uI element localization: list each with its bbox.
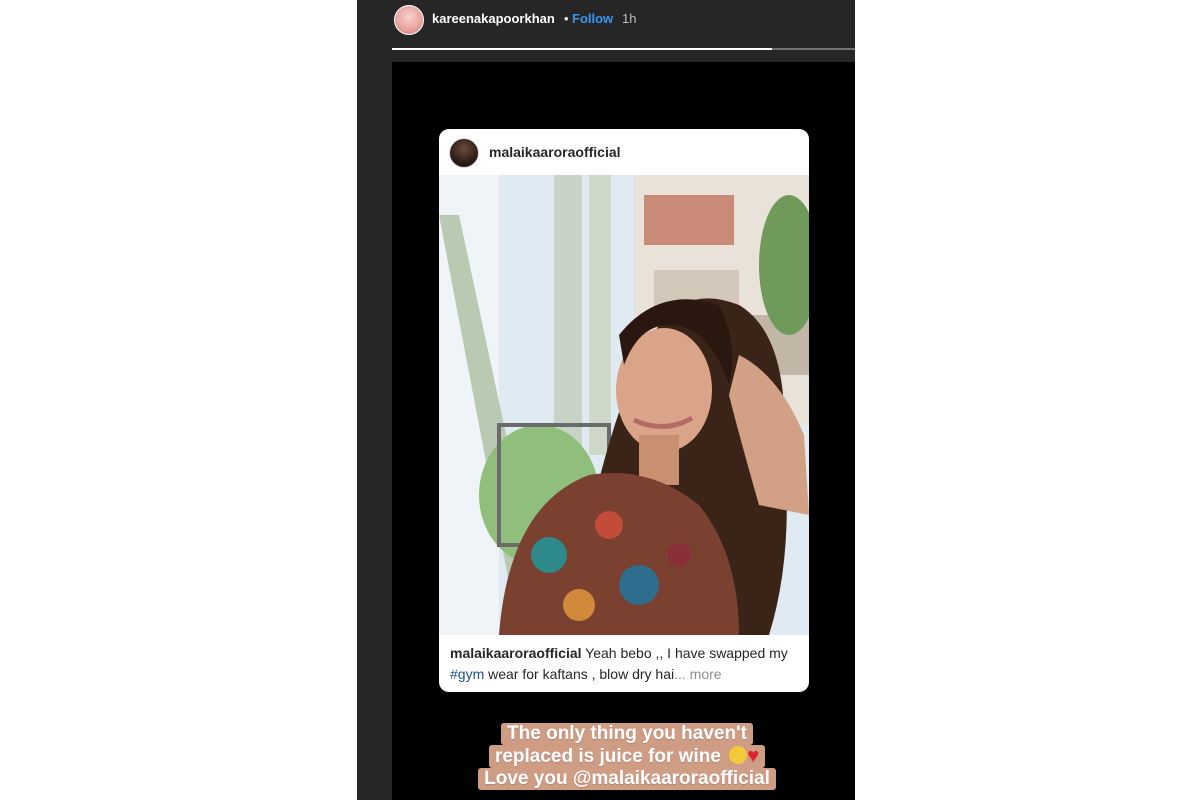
caption-username[interactable]: malaikaaroraofficial xyxy=(450,645,582,661)
caption-ellipsis: ... xyxy=(674,666,686,682)
caption-more-link[interactable]: more xyxy=(690,666,722,682)
shared-post-header: malaikaaroraofficial xyxy=(439,129,809,175)
story-progress-fill xyxy=(392,48,772,50)
caption-text-end: wear for kaftans , blow dry hai xyxy=(488,666,675,682)
shared-post-caption: malaikaaroraofficial Yeah bebo ,, I have… xyxy=(450,643,800,685)
shared-post-avatar[interactable] xyxy=(449,138,479,168)
sticker-line-2: replaced is juice for wine xyxy=(494,746,721,767)
story-viewer: kareenakapoorkhan • Follow 1h malaikaaro… xyxy=(357,0,855,800)
story-avatar[interactable] xyxy=(394,5,424,35)
text-sticker: The only thing you haven't replaced is j… xyxy=(457,723,797,790)
story-progress-bar xyxy=(392,48,855,50)
red-heart-emoji-icon: ♥ xyxy=(747,745,760,767)
story-header: kareenakapoorkhan • Follow 1h xyxy=(357,0,855,44)
shared-post-username[interactable]: malaikaaroraofficial xyxy=(489,144,621,160)
shared-post-photo xyxy=(439,175,809,635)
sticker-line-3: Love you @malaikaaroraofficial xyxy=(478,768,776,790)
hand-over-mouth-emoji-icon xyxy=(729,746,748,764)
separator-dot: • xyxy=(564,11,569,26)
caption-hashtag[interactable]: #gym xyxy=(450,666,484,682)
selfie-photo xyxy=(439,175,809,635)
caption-text-start: Yeah bebo ,, I have swapped my xyxy=(585,645,788,661)
sticker-line-1: The only thing you haven't xyxy=(501,723,753,745)
story-timestamp: 1h xyxy=(622,11,637,26)
shared-post-card[interactable]: malaikaaroraofficial malaikaaroraofficia… xyxy=(439,129,809,692)
story-username[interactable]: kareenakapoorkhan xyxy=(432,11,555,26)
follow-button[interactable]: Follow xyxy=(572,11,613,26)
sticker-line-2-wrap: replaced is juice for wine ♥ xyxy=(488,745,766,768)
